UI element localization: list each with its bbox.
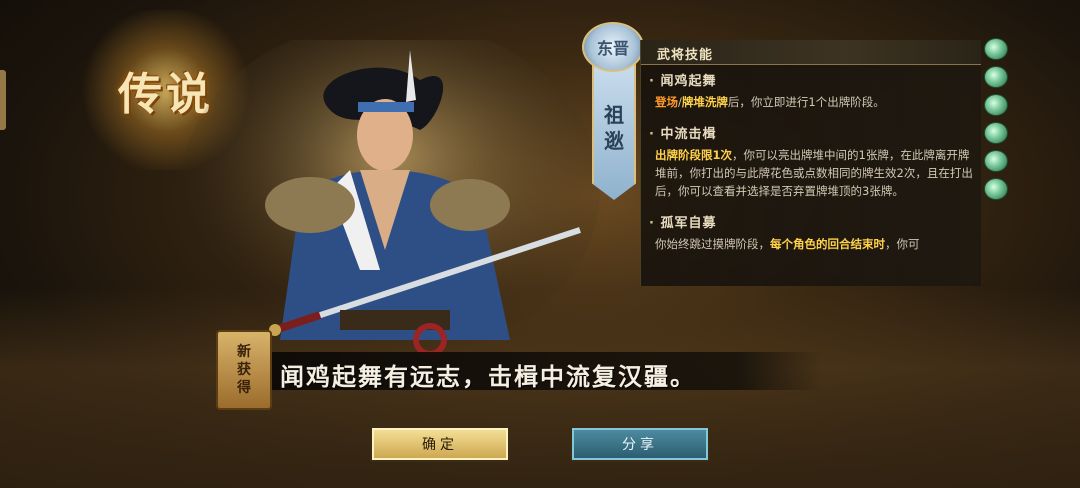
jade-hp-icon <box>984 66 1008 88</box>
skill-description: 出牌阶段限1次，你可以亮出牌堆中间的1张牌，在此牌离开牌堆前，你打出的与此牌花色… <box>649 146 973 200</box>
share-button[interactable]: 分享 <box>570 426 710 462</box>
faction-label: 东晋 <box>596 39 629 58</box>
skill-desc-part: ，你可 <box>885 237 920 251</box>
jade-hp-icon <box>984 94 1008 116</box>
new-acquired-badge: 新 获 得 <box>216 330 272 410</box>
skill-name: 孤军自募 <box>649 212 973 231</box>
quote-banner: 闻鸡起舞有远志，击楫中流复汉疆。 <box>262 352 822 391</box>
hero-name-char: 祖 <box>604 103 624 127</box>
hero-name-char: 逖 <box>604 129 624 153</box>
jade-hp-icon <box>984 38 1008 60</box>
new-badge-char: 获 <box>237 362 251 378</box>
skill-name: 闻鸡起舞 <box>649 70 973 89</box>
hp-column <box>984 38 1010 206</box>
skill-panel-header: 武将技能 <box>641 40 981 65</box>
skill-desc-part: 出牌阶段限1次 <box>655 148 733 162</box>
skill-desc-part: 牌堆洗牌 <box>681 95 728 109</box>
skill-desc-part: 登场 <box>655 95 678 109</box>
skill-desc-part: 你始终跳过摸牌阶段， <box>655 237 770 251</box>
skill-description: 登场/牌堆洗牌后，你立即进行1个出牌阶段。 <box>649 93 973 111</box>
hero-quote: 闻鸡起舞有远志，击楫中流复汉疆。 <box>280 362 696 391</box>
skill-item: 中流击楫 出牌阶段限1次，你可以亮出牌堆中间的1张牌，在此牌离开牌堆前，你打出的… <box>649 123 973 200</box>
new-badge-char: 得 <box>237 380 251 396</box>
jade-hp-icon <box>984 150 1008 172</box>
skill-desc-part: 每个角色的回合结束时 <box>770 237 885 251</box>
jade-hp-icon <box>984 122 1008 144</box>
confirm-button[interactable]: 确定 <box>370 426 510 462</box>
skill-item: 闻鸡起舞 登场/牌堆洗牌后，你立即进行1个出牌阶段。 <box>649 70 973 111</box>
new-badge-char: 新 <box>237 344 251 360</box>
skill-name: 中流击楫 <box>649 123 973 142</box>
skills-list[interactable]: 闻鸡起舞 登场/牌堆洗牌后，你立即进行1个出牌阶段。 中流击楫 出牌阶段限1次，… <box>649 70 973 282</box>
skill-panel[interactable]: 武将技能 闻鸡起舞 登场/牌堆洗牌后，你立即进行1个出牌阶段。 中流击楫 出牌阶… <box>640 40 981 286</box>
hero-name-tag: 祖 逖 <box>592 62 636 200</box>
jade-hp-icon <box>984 178 1008 200</box>
skill-item: 孤军自募 你始终跳过摸牌阶段，每个角色的回合结束时，你可 <box>649 212 973 253</box>
faction-badge: 东晋 <box>582 22 644 72</box>
skill-description: 你始终跳过摸牌阶段，每个角色的回合结束时，你可 <box>649 235 973 253</box>
skill-desc-part: 后，你立即进行1个出牌阶段。 <box>727 95 885 109</box>
skill-panel-title: 武将技能 <box>657 48 714 63</box>
side-pull-tab[interactable] <box>0 70 6 130</box>
